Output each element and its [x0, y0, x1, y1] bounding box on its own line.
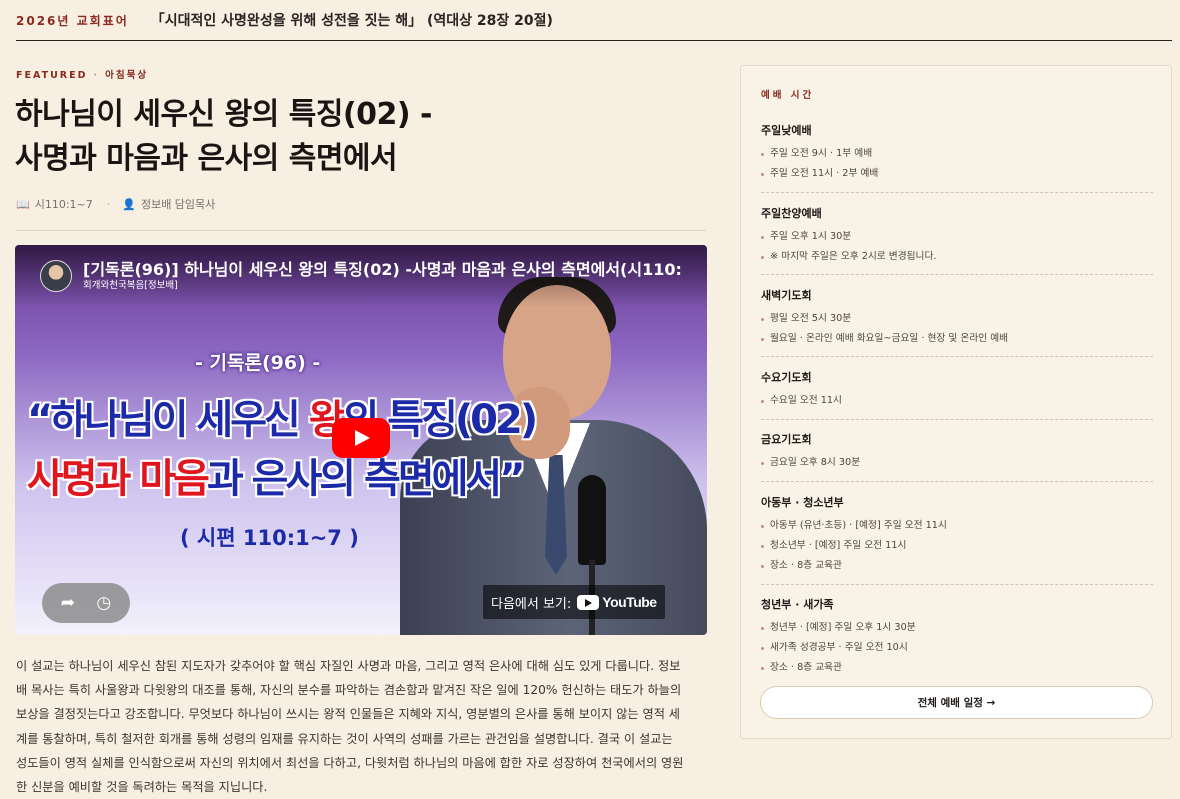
service-divider	[761, 481, 1153, 482]
service-time-line: 주일 오전 9시 · 1부 예배	[761, 144, 1153, 164]
watch-on-label: 다음에서 보기:	[491, 596, 572, 612]
play-icon[interactable]	[332, 418, 390, 458]
channel-avatar[interactable]	[40, 260, 72, 292]
article-title-line: 사명과 마음과 은사의 측면에서	[15, 141, 398, 176]
service-name: 새벽기도회	[761, 289, 812, 302]
service-name: 아동부 · 청소년부	[761, 496, 844, 509]
article-meta: 📖 시110:1~7 · 👤 정보배 담임목사	[16, 196, 215, 212]
summary-line: 계를 통찰하며, 특히 철저한 회개를 통해 성령의 임재를 유지하는 것이 사…	[16, 731, 673, 746]
service-name: 주일낮예배	[761, 124, 812, 137]
service-time-line: 금요일 오후 8시 30분	[761, 453, 1153, 473]
service-divider	[761, 584, 1153, 585]
service-time-line: 장소 · 8층 교육관	[761, 658, 1153, 678]
summary-line: 배 목사는 특히 사울왕과 다윗왕의 대조를 통해, 자신의 분수를 파악하는 …	[16, 683, 682, 698]
service-name: 수요기도회	[761, 371, 812, 384]
service-sunday-praise: 주일찬양예배 주일 오후 1시 30분 ※ 마지막 주일은 오후 2시로 변경됩…	[761, 205, 1153, 267]
article-title: 하나님이 세우신 왕의 특징(02) - 사명과 마음과 은사의 측면에서	[15, 93, 705, 181]
service-wednesday-prayer: 수요기도회 수요일 오전 11시	[761, 369, 1153, 411]
service-time-line: 아동부 (유년·초등) · [예정] 주일 오전 11시	[761, 516, 1153, 536]
thumbnail-headline-2: 사명과 마음과 은사의 측면에서”	[27, 456, 525, 502]
service-time-line: 주일 오전 11시 · 2부 예배	[761, 164, 1153, 184]
meta-divider	[16, 230, 706, 231]
service-name: 금요기도회	[761, 433, 812, 446]
service-sunday-day: 주일낮예배 주일 오전 9시 · 1부 예배 주일 오전 11시 · 2부 예배	[761, 122, 1153, 184]
featured-category[interactable]: 아침묵상	[105, 70, 148, 81]
full-schedule-button[interactable]: 전체 예배 일정 →	[760, 686, 1153, 719]
youtube-brand-text: YouTube	[602, 594, 657, 610]
service-divider	[761, 419, 1153, 420]
book-icon: 📖	[16, 197, 30, 211]
summary-line: 성도들이 영적 실체를 인식함으로써 자신의 위치에서 최선을 다하고, 다윗처…	[16, 755, 684, 770]
youtube-video-embed[interactable]: [기독론(96)] 하나님이 세우신 왕의 특징(02) -사명과 마음과 은사…	[15, 245, 707, 635]
thumbnail-headline-1: “하나님이 세우신 왕의 특징(02)	[27, 397, 538, 443]
service-time-line: 청소년부 · [예정] 주일 오전 11시	[761, 536, 1153, 556]
person-icon: 👤	[122, 197, 136, 211]
worship-times-heading: 예배 시간	[761, 90, 815, 101]
summary-line: 이 설교는 하나님이 세우신 참된 지도자가 갖추어야 할 핵심 자질인 사명과…	[16, 659, 681, 673]
video-action-pill: ➦ ◷	[42, 583, 130, 623]
service-time-line: 주일 오후 1시 30분	[761, 227, 1153, 247]
service-time-line: 수요일 오전 11시	[761, 391, 1153, 411]
worship-times-panel: 예배 시간 주일낮예배 주일 오전 9시 · 1부 예배 주일 오전 11시 ·…	[740, 65, 1172, 739]
featured-tag: FEATURED	[16, 70, 88, 81]
service-divider	[761, 192, 1153, 193]
meta-separator: ·	[106, 197, 111, 211]
scripture-reference: 시110:1~7	[34, 198, 93, 211]
service-divider	[761, 274, 1153, 275]
author-name: 정보배 담임목사	[140, 198, 216, 211]
video-channel-name[interactable]: 회개와천국복음[정보배]	[83, 277, 178, 291]
service-friday-prayer: 금요기도회 금요일 오후 8시 30분	[761, 431, 1153, 473]
service-time-line: 장소 · 8층 교육관	[761, 556, 1153, 576]
service-name: 주일찬양예배	[761, 207, 822, 220]
service-children-youth: 아동부 · 청소년부 아동부 (유년·초등) · [예정] 주일 오전 11시 …	[761, 494, 1153, 576]
featured-label: FEATURED · 아침묵상	[16, 67, 148, 81]
motto-verse: 「시대적인 사명완성을 위해 성전을 짓는 해」 (역대상 28장 20절)	[150, 13, 553, 29]
motto-year-label: 2026년 교회표어	[16, 13, 129, 28]
share-icon[interactable]: ➦	[61, 594, 75, 612]
service-name: 청년부 · 새가족	[761, 598, 834, 611]
service-divider	[761, 356, 1153, 357]
summary-line: 보상을 결정짓는다고 강조합니다. 무엇보다 하나님이 쓰시는 왕적 인물들은 …	[16, 707, 680, 722]
summary-line: 한 신분을 예비할 것을 독려하는 목적을 지닙니다.	[16, 780, 268, 795]
church-motto-bar: 2026년 교회표어 「시대적인 사명완성을 위해 성전을 짓는 해」 (역대상…	[16, 0, 1172, 41]
service-time-line: 월요일 · 온라인 예배 화요일~금요일 · 현장 및 온라인 예배	[761, 329, 1153, 349]
service-time-line: 평일 오전 5시 30분	[761, 309, 1153, 329]
separator-dot: ·	[93, 70, 100, 81]
service-time-line: 청년부 · [예정] 주일 오후 1시 30분	[761, 618, 1153, 638]
service-time-line: ※ 마지막 주일은 오후 2시로 변경됩니다.	[761, 247, 1153, 267]
article-title-line: 하나님이 세우신 왕의 특징(02) -	[15, 97, 433, 132]
thumbnail-subtitle: - 기독론(96) -	[195, 352, 321, 374]
thumbnail-scripture-ref: ( 시편 110:1~7 )	[180, 526, 359, 550]
service-time-line: 새가족 성경공부 · 주일 오전 10시	[761, 638, 1153, 658]
clock-icon[interactable]: ◷	[96, 594, 111, 612]
sermon-summary: 이 설교는 하나님이 세우신 참된 지도자가 갖추어야 할 핵심 자질인 사명과…	[16, 654, 706, 799]
service-dawn-prayer: 새벽기도회 평일 오전 5시 30분 월요일 · 온라인 예배 화요일~금요일 …	[761, 287, 1153, 349]
youtube-play-mark-icon	[577, 594, 600, 610]
service-young-adults: 청년부 · 새가족 청년부 · [예정] 주일 오후 1시 30분 새가족 성경…	[761, 596, 1153, 678]
youtube-logo: YouTube	[577, 594, 657, 610]
watch-on-youtube-button[interactable]: 다음에서 보기: YouTube	[483, 585, 665, 619]
